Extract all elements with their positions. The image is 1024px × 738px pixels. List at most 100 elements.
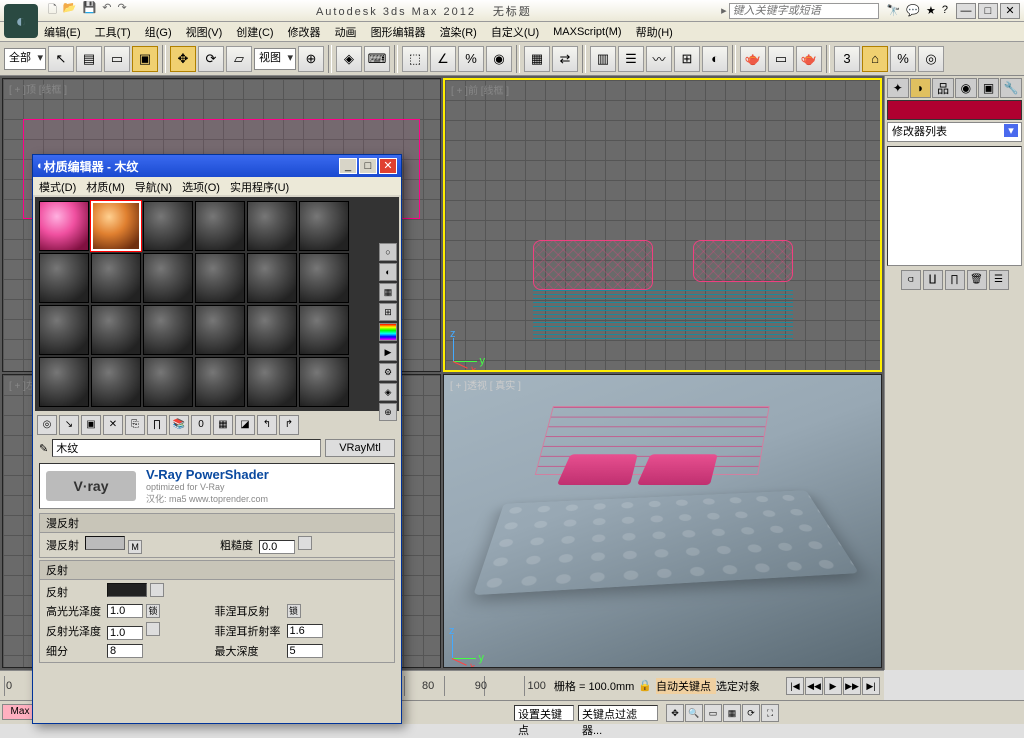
slot-24[interactable] [299, 357, 349, 407]
snap-icon[interactable]: ⬚ [402, 46, 428, 72]
nav-zoom-icon[interactable]: 🔍 [685, 704, 703, 722]
roughness-spinner[interactable]: 0.0 [259, 540, 295, 554]
diffuse-map-button[interactable]: M [128, 540, 142, 554]
tab-modify[interactable]: ◗ [910, 78, 932, 98]
modifier-list[interactable]: 修改器列表 [887, 122, 1022, 142]
dialog-min[interactable]: _ [339, 158, 357, 174]
select-manip-icon[interactable]: ◈ [336, 46, 362, 72]
make-unique-icon[interactable]: ∏ [945, 270, 965, 290]
close-button[interactable]: ✕ [1000, 3, 1020, 19]
auto-key-button[interactable]: 自动关键点 [656, 678, 716, 694]
slot-19[interactable] [39, 357, 89, 407]
go-forward-icon[interactable]: ↱ [279, 415, 299, 435]
sample-type-icon[interactable]: ○ [379, 243, 397, 261]
subdiv-spinner[interactable]: 8 [107, 644, 143, 658]
mat-menu-util[interactable]: 实用程序(U) [230, 179, 289, 193]
favorites-icon[interactable]: ★ [926, 4, 936, 17]
backlight-icon[interactable]: ◐ [379, 263, 397, 281]
hilight-gloss-spinner[interactable]: 1.0 [107, 604, 143, 618]
tab-utilities[interactable]: 🔧 [1000, 78, 1022, 98]
video-check-icon[interactable] [379, 323, 397, 341]
slot-7[interactable] [39, 253, 89, 303]
render-setup-icon[interactable]: 🫖 [740, 46, 766, 72]
select-name-icon[interactable]: ▤ [76, 46, 102, 72]
mat-menu-modes[interactable]: 模式(D) [39, 179, 76, 193]
snap3-icon[interactable]: 3 [834, 46, 860, 72]
slot-1[interactable] [39, 201, 89, 251]
tab-display[interactable]: ▣ [978, 78, 1000, 98]
mat-map-nav-icon[interactable]: ⊕ [379, 403, 397, 421]
key-filter-button[interactable]: 关键点过滤器... [578, 705, 658, 721]
menu-grapheditors[interactable]: 图形编辑器 [371, 24, 426, 40]
curve-editor-icon[interactable]: 〰 [646, 46, 672, 72]
mat-menu-material[interactable]: 材质(M) [86, 179, 125, 193]
menu-tools[interactable]: 工具(T) [95, 24, 131, 40]
object-color-swatch[interactable] [887, 100, 1022, 120]
mat-menu-nav[interactable]: 导航(N) [135, 179, 172, 193]
spinner-snap-icon[interactable]: ◉ [486, 46, 512, 72]
dialog-max[interactable]: □ [359, 158, 377, 174]
slot-21[interactable] [143, 357, 193, 407]
keyboard-icon[interactable]: ⌨ [364, 46, 390, 72]
qat-undo-icon[interactable]: ↶ [102, 1, 111, 20]
play-icon[interactable]: ▶ [824, 677, 842, 695]
reflect-gloss-spinner[interactable]: 1.0 [107, 626, 143, 640]
scale-icon[interactable]: ▱ [226, 46, 252, 72]
reflect-map[interactable] [150, 583, 164, 597]
show-end2-icon[interactable]: ◪ [235, 415, 255, 435]
uvtile-icon[interactable]: ⊞ [379, 303, 397, 321]
menu-create[interactable]: 创建(C) [236, 24, 273, 40]
slot-14[interactable] [91, 305, 141, 355]
select-by-mat-icon[interactable]: ◈ [379, 383, 397, 401]
mat-menu-options[interactable]: 选项(O) [182, 179, 220, 193]
qat-redo-icon[interactable]: ↷ [117, 1, 126, 20]
make-preview-icon[interactable]: ▶ [379, 343, 397, 361]
maxdepth-spinner[interactable]: 5 [287, 644, 323, 658]
slot-4[interactable] [195, 201, 245, 251]
mirror-icon[interactable]: ⇄ [552, 46, 578, 72]
roughness-map[interactable] [298, 536, 312, 550]
layers-icon[interactable]: ☰ [618, 46, 644, 72]
select-window-icon[interactable]: ▣ [132, 46, 158, 72]
viewport-perspective[interactable]: [ + ]透视 [ 真实 ] [443, 374, 882, 668]
go-parent-icon[interactable]: ↰ [257, 415, 277, 435]
snap-toggle-icon[interactable]: ◎ [918, 46, 944, 72]
put-to-scene-icon[interactable]: ↘ [59, 415, 79, 435]
named-sel-icon[interactable]: ▦ [524, 46, 550, 72]
goto-start-icon[interactable]: |◀ [786, 677, 804, 695]
reflect-swatch[interactable] [107, 583, 147, 597]
goto-end-icon[interactable]: ▶| [862, 677, 880, 695]
mat-id-icon[interactable]: 0 [191, 415, 211, 435]
show-map-icon[interactable]: ▦ [213, 415, 233, 435]
app-logo[interactable]: ◐ [4, 4, 38, 38]
nav-orbit-icon[interactable]: ⟳ [742, 704, 760, 722]
help-icon[interactable]: ? [942, 4, 948, 17]
modifier-stack[interactable] [887, 146, 1022, 266]
slot-17[interactable] [247, 305, 297, 355]
slot-2-selected[interactable] [91, 201, 141, 251]
tab-motion[interactable]: ◉ [955, 78, 977, 98]
options-icon[interactable]: ⚙ [379, 363, 397, 381]
set-key-button[interactable]: 设置关键点 [514, 705, 574, 721]
slot-11[interactable] [247, 253, 297, 303]
rotate-icon[interactable]: ⟳ [198, 46, 224, 72]
pin-stack-icon[interactable]: ⫏ [901, 270, 921, 290]
slot-16[interactable] [195, 305, 245, 355]
nav-zoomext-icon[interactable]: ▦ [723, 704, 741, 722]
material-type-button[interactable]: VRayMtl [325, 439, 395, 457]
ref-coord[interactable]: 视图 [254, 48, 296, 70]
schematic-icon[interactable]: ⊞ [674, 46, 700, 72]
background-icon[interactable]: ▦ [379, 283, 397, 301]
tab-create[interactable]: ✦ [887, 78, 909, 98]
configure-icon[interactable]: ☰ [989, 270, 1009, 290]
nav-pan-icon[interactable]: ✥ [666, 704, 684, 722]
menu-maxscript[interactable]: MAXScript(M) [553, 26, 621, 38]
render-icon[interactable]: 🫖 [796, 46, 822, 72]
assign-sel-icon[interactable]: ▣ [81, 415, 101, 435]
slot-13[interactable] [39, 305, 89, 355]
remove-mod-icon[interactable]: 🗑 [967, 270, 987, 290]
viewport-front[interactable]: [ + ]前 [线框 ] [443, 78, 882, 372]
reset-map-icon[interactable]: ✕ [103, 415, 123, 435]
slot-3[interactable] [143, 201, 193, 251]
hg-lock[interactable]: 锁 [146, 604, 160, 618]
